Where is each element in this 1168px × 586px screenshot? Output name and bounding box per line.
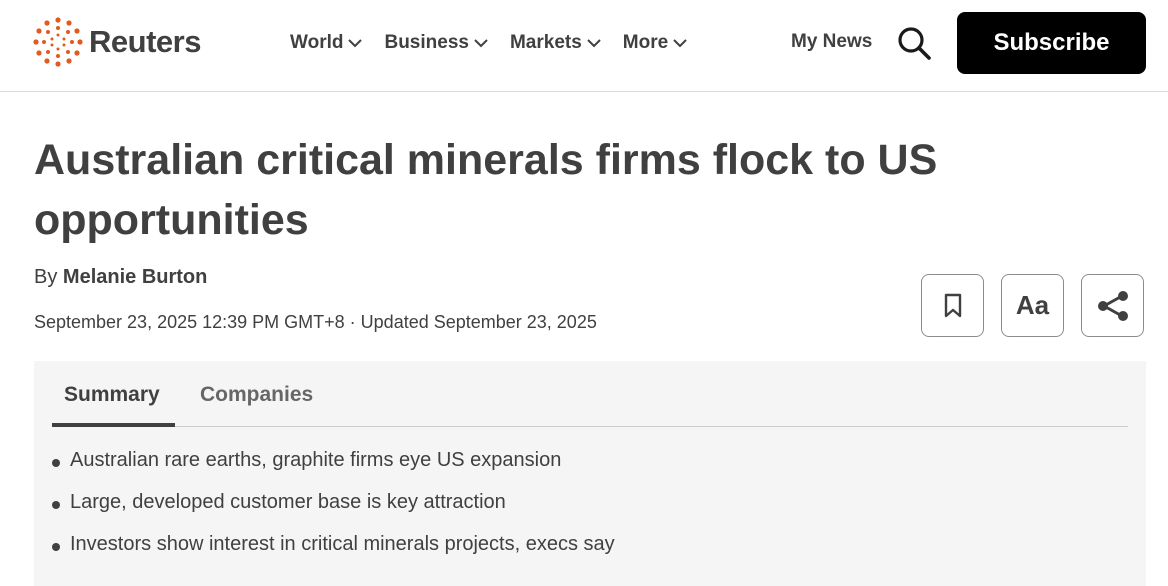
nav-item-label: World xyxy=(290,32,344,53)
nav-item-business[interactable]: Business xyxy=(384,30,488,56)
subscribe-button[interactable]: Subscribe xyxy=(957,12,1146,74)
article-headline: Australian critical minerals firms flock… xyxy=(34,136,938,244)
text-size-label: Aa xyxy=(1015,290,1050,320)
chevron-down-icon xyxy=(348,39,363,48)
nav-item-label: Markets xyxy=(509,32,582,53)
summary-item: Large, developed customer base is key at… xyxy=(52,491,615,533)
bullet-icon xyxy=(52,459,60,467)
bookmark-button[interactable] xyxy=(921,274,984,337)
nav-item-label: More xyxy=(622,32,669,53)
byline: By Melanie Burton xyxy=(34,266,207,289)
my-news-link[interactable]: My News xyxy=(791,31,872,53)
text-size-button[interactable]: Aa xyxy=(1001,274,1064,337)
article-actions: Aa xyxy=(921,274,1144,337)
search-button[interactable] xyxy=(897,26,931,65)
tab-companies[interactable]: Companies xyxy=(200,383,313,427)
reuters-logo[interactable]: Reuters xyxy=(33,17,201,67)
summary-tabs: Summary Companies xyxy=(52,361,1128,427)
summary-item-text: Investors show interest in critical mine… xyxy=(70,533,615,555)
reuters-logo-icon xyxy=(33,17,83,67)
share-icon xyxy=(1097,290,1128,321)
main-nav: World Business Markets More xyxy=(290,30,709,56)
site-header: Reuters World Business Markets More My N… xyxy=(0,0,1168,92)
nav-item-markets[interactable]: Markets xyxy=(510,30,601,56)
chevron-down-icon xyxy=(587,39,601,48)
summary-panel: Summary Companies Australian rare earths… xyxy=(34,361,1146,586)
article-dateline: September 23, 2025 12:39 PM GMT+8 · Upda… xyxy=(34,312,597,332)
summary-item: Australian rare earths, graphite firms e… xyxy=(52,449,615,491)
tab-summary[interactable]: Summary xyxy=(52,383,175,427)
nav-item-more[interactable]: More xyxy=(623,30,687,56)
nav-item-world[interactable]: World xyxy=(290,30,363,56)
chevron-down-icon xyxy=(673,39,687,48)
bullet-icon xyxy=(52,543,60,551)
summary-item-text: Large, developed customer base is key at… xyxy=(70,491,506,513)
bullet-icon xyxy=(52,501,60,509)
summary-list: Australian rare earths, graphite firms e… xyxy=(52,449,615,575)
share-button[interactable] xyxy=(1081,274,1144,337)
logo-wordmark: Reuters xyxy=(89,24,201,59)
bookmark-icon xyxy=(944,293,961,317)
chevron-down-icon xyxy=(474,39,488,48)
nav-item-label: Business xyxy=(384,32,469,53)
summary-item-text: Australian rare earths, graphite firms e… xyxy=(70,449,562,471)
byline-prefix: By xyxy=(34,266,58,288)
search-icon xyxy=(898,27,931,60)
author-link[interactable]: Melanie Burton xyxy=(63,266,207,288)
summary-item: Investors show interest in critical mine… xyxy=(52,533,615,575)
